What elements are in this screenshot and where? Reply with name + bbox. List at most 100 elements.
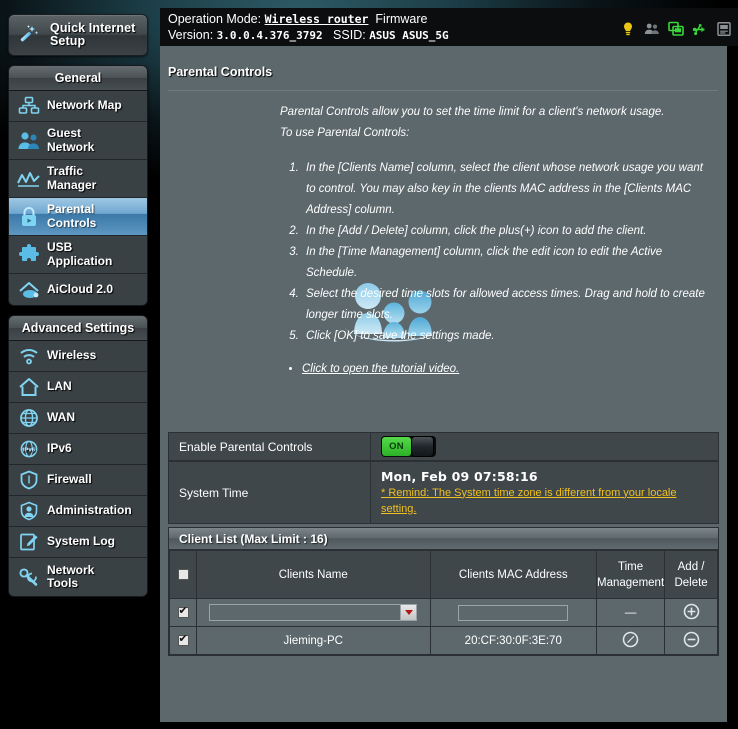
sidebar-item-network-tools[interactable]: Network Tools — [9, 558, 147, 596]
sidebar-item-label: IPv6 — [47, 441, 72, 456]
instruction-step: Select the desired time slots for allowe… — [302, 284, 712, 326]
sidebar-item-label: Firewall — [47, 472, 92, 487]
enable-parental-controls-label: Enable Parental Controls — [169, 433, 371, 460]
header-select-all-cell — [168, 550, 198, 599]
sidebar-item-network-map[interactable]: Network Map — [9, 91, 147, 122]
minus-circle-icon[interactable] — [683, 631, 700, 651]
client-name-dropdown[interactable] — [209, 604, 418, 621]
sidebar-item-label: Guest Network — [47, 126, 95, 154]
sidebar-item-ipv6[interactable]: IPv6 IPv6 — [9, 434, 147, 465]
network-tools-wrench-icon — [16, 565, 42, 589]
title-divider — [168, 90, 718, 91]
header-clients-mac: Clients MAC Address — [429, 550, 598, 599]
aicloud-icon — [16, 278, 42, 302]
table-row: — — [168, 598, 718, 627]
quick-internet-setup-button[interactable]: Quick Internet Setup — [8, 14, 148, 56]
intro-line-2: To use Parental Controls: — [280, 127, 410, 139]
header-time-line1: Time — [618, 560, 644, 573]
parental-controls-toggle[interactable]: ON — [381, 436, 436, 457]
client-list-header: Client List (Max Limit : 16) — [169, 528, 718, 550]
system-time-value: Mon, Feb 09 07:58:16 — [381, 468, 538, 484]
client-list-section: Client List (Max Limit : 16) Clients Nam… — [168, 527, 719, 656]
toggle-on-label: ON — [382, 437, 411, 456]
row-time-management-cell — [596, 626, 666, 655]
traffic-manager-icon — [16, 167, 42, 191]
ssid-label: SSID: — [333, 27, 366, 42]
sidebar-item-usb-application[interactable]: USB Application — [9, 236, 147, 274]
sidebar-item-aicloud[interactable]: AiCloud 2.0 — [9, 274, 147, 305]
network-monitor-icon[interactable] — [668, 21, 684, 37]
sidebar-item-firewall[interactable]: Firewall — [9, 465, 147, 496]
edit-pencil-circle-icon[interactable] — [622, 631, 639, 651]
row-checkbox[interactable] — [177, 633, 189, 646]
guest-network-icon — [16, 129, 42, 153]
status-topbar: Operation Mode: Wireless router Firmware… — [160, 8, 738, 46]
svg-text:IPv6: IPv6 — [23, 447, 36, 453]
firmware-label: Firmware — [375, 11, 428, 26]
row-client-name-cell — [196, 598, 431, 627]
sidebar-item-system-log[interactable]: System Log — [9, 527, 147, 558]
sidebar-item-label: Traffic Manager — [47, 164, 97, 192]
sidebar-item-label: Administration — [47, 503, 132, 518]
sidebar-item-label: USB Application — [47, 240, 113, 268]
chevron-down-icon — [400, 605, 417, 620]
header-add-line2: Delete — [674, 576, 708, 589]
header-add-line1: Add / — [677, 560, 705, 573]
header-time-line2: Management — [597, 576, 665, 589]
version-value: 3.0.0.4.376_3792 — [216, 28, 323, 42]
system-time-label: System Time — [169, 462, 371, 523]
sidebar-group-general: General Network Map Guest Network Traffi… — [8, 65, 148, 306]
version-label: Version: — [168, 27, 214, 42]
plus-circle-icon[interactable] — [683, 603, 700, 623]
sidebar-general-header: General — [9, 66, 147, 91]
row-add-delete-cell — [664, 626, 718, 655]
operation-mode-value[interactable]: Wireless router — [265, 12, 369, 26]
sidebar-item-parental-controls[interactable]: Parental Controls — [9, 198, 147, 236]
sidebar-item-traffic-manager[interactable]: Traffic Manager — [9, 160, 147, 198]
row-time-management-cell: — — [596, 598, 666, 627]
sidebar-item-administration[interactable]: Administration — [9, 496, 147, 527]
toggle-knob — [411, 436, 434, 457]
instruction-step: In the [Time Management] column, click t… — [302, 242, 712, 284]
table-row: Jieming-PC 20:CF:30:0F:3E:70 — [168, 626, 718, 655]
sidebar-item-label: AiCloud 2.0 — [47, 281, 114, 296]
ssid-value: ASUS ASUS_5G — [369, 28, 449, 42]
tutorial-video-link[interactable]: Click to open the tutorial video. — [302, 363, 459, 375]
sidebar-item-label: WAN — [47, 410, 75, 425]
sidebar-item-label: System Log — [47, 534, 116, 549]
row-checkbox-cell — [168, 598, 198, 627]
row-checkbox[interactable] — [177, 605, 189, 618]
tutorial-list: Click to open the tutorial video. — [302, 359, 712, 380]
page-title: Parental Controls — [168, 65, 273, 79]
sidebar-item-label: Network Map — [47, 98, 122, 113]
sidebar-item-guest-network[interactable]: Guest Network — [9, 122, 147, 160]
row-client-mac-cell: 20:CF:30:0F:3E:70 — [429, 626, 598, 655]
select-all-checkbox[interactable] — [177, 568, 189, 580]
usb-application-puzzle-icon — [16, 243, 42, 267]
usb-icon[interactable] — [692, 21, 708, 37]
instructions-block: Parental Controls allow you to set the t… — [280, 102, 712, 380]
sidebar-item-lan[interactable]: LAN — [9, 372, 147, 403]
wireless-signal-icon — [16, 344, 42, 368]
warning-lamp-icon[interactable] — [620, 21, 636, 37]
header-add-delete: Add / Delete — [664, 550, 718, 599]
client-list-table: Clients Name Clients MAC Address Time Ma… — [168, 550, 718, 655]
sidebar-group-advanced: Advanced Settings Wireless LAN WAN IPv6 … — [8, 315, 148, 597]
tutorial-list-item: Click to open the tutorial video. — [302, 359, 712, 380]
sidebar-item-label: LAN — [47, 379, 72, 394]
firewall-shield-icon — [16, 468, 42, 492]
instruction-step: In the [Add / Delete] column, click the … — [302, 221, 712, 242]
instruction-step: Click [OK] to save the settings made. — [302, 326, 712, 347]
sidebar-item-label: Network Tools — [47, 562, 95, 590]
sidebar-item-wan[interactable]: WAN — [9, 403, 147, 434]
sidebar-advanced-header: Advanced Settings — [9, 316, 147, 341]
header-time-management: Time Management — [596, 550, 666, 599]
quick-internet-setup-label: Quick Internet Setup — [50, 21, 136, 48]
sidebar-item-wireless[interactable]: Wireless — [9, 341, 147, 372]
header-clients-name: Clients Name — [196, 550, 431, 599]
guest-users-icon[interactable] — [644, 21, 660, 37]
printer-icon[interactable] — [716, 21, 732, 37]
system-time-row: System Time Mon, Feb 09 07:58:16 * Remin… — [168, 461, 719, 524]
client-mac-input[interactable] — [458, 604, 569, 621]
system-time-remind-link[interactable]: * Remind: The System time zone is differ… — [381, 485, 711, 517]
